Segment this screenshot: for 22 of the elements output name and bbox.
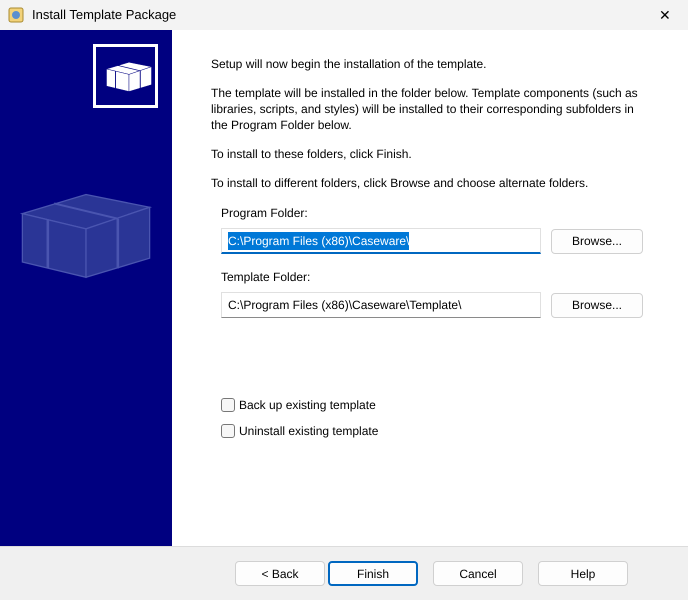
checkbox-label: Back up existing template [239,397,376,414]
dialog-button[interactable]: Cancel [433,561,523,586]
folder-field[interactable]: C:\Program Files (x86)\Caseware\ [221,228,541,254]
app-icon [8,7,24,23]
instruction-text: To install to these folders, click Finish. [211,146,413,162]
close-button[interactable]: ✕ [650,0,680,30]
checkbox[interactable] [221,424,235,438]
folder-label: Template Folder: [221,269,312,286]
window-title: Install Template Package [32,6,178,24]
browse-button[interactable]: Browse... [551,292,643,318]
folder-label: Program Folder: [221,205,309,222]
dialog-button[interactable]: Finish [328,561,418,586]
checkbox[interactable] [221,398,235,412]
box-icon [93,44,158,108]
instruction-text: To install to different folders, click Browse and choose alternate folders. [211,175,590,191]
instruction-text: The template will be installed in the folder below. Template components (such as libraries, scripts, and styles) will be installed to their corresponding subfolders in the Program Folder below. [211,85,639,133]
folder-field[interactable]: C:\Program Files (x86)\Caseware\Template\ [221,292,541,318]
dialog-button[interactable]: < Back [235,561,325,586]
dialog-button[interactable]: Help [538,561,628,586]
checkbox-label: Uninstall existing template [239,423,378,440]
browse-button[interactable]: Browse... [551,228,643,254]
instruction-text: Setup will now begin the installation of the template. [211,56,488,72]
